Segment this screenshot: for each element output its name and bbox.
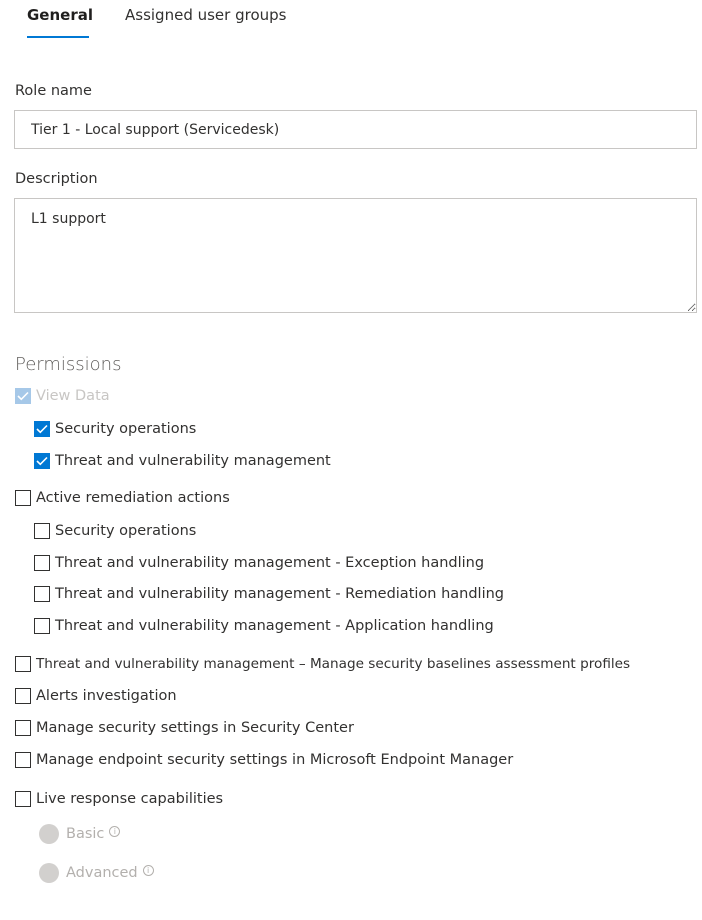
tab-general[interactable]: General [27,6,93,24]
checkbox-icon [15,720,31,736]
tvm-remediation-handling-checkbox[interactable]: Threat and vulnerability management - Re… [34,583,504,605]
checkbox-icon [34,555,50,571]
tab-assigned-user-groups[interactable]: Assigned user groups [125,6,286,24]
live-response-advanced-radio: Advanced i [39,862,154,884]
active-tab-indicator [27,36,89,38]
checkbox-checked-icon [34,453,50,469]
active-remediation-label: Active remediation actions [36,490,230,506]
tvm-baselines-checkbox[interactable]: Threat and vulnerability management – Ma… [15,653,630,675]
endpoint-manager-settings-label: Manage endpoint security settings in Mic… [36,752,514,768]
remediation-security-operations-checkbox[interactable]: Security operations [34,520,196,542]
permissions-heading: Permissions [15,354,122,375]
checkbox-checked-icon [15,388,31,404]
tvm-baselines-label: Threat and vulnerability management – Ma… [36,656,631,672]
basic-radio-label: Basic [66,826,105,842]
alerts-investigation-label: Alerts investigation [36,688,177,704]
view-data-security-operations-checkbox[interactable]: Security operations [34,418,196,440]
tvm-application-handling-label: Threat and vulnerability management - Ap… [55,618,494,634]
description-textarea[interactable]: L1 support [14,198,697,313]
view-data-tvm-checkbox[interactable]: Threat and vulnerability management [34,450,331,472]
checkbox-icon [15,752,31,768]
role-name-label: Role name [15,83,92,99]
live-response-basic-radio: Basic i [39,823,121,845]
checkbox-icon [34,618,50,634]
info-icon: i [109,825,121,837]
checkbox-icon [15,791,31,807]
role-name-input[interactable] [14,110,697,149]
live-response-checkbox[interactable]: Live response capabilities [15,788,223,810]
remediation-security-operations-label: Security operations [55,523,197,539]
checkbox-icon [34,586,50,602]
checkbox-checked-icon [34,421,50,437]
view-data-checkbox: View Data [15,385,110,407]
checkbox-icon [15,688,31,704]
checkbox-icon [15,656,31,672]
checkbox-icon [34,523,50,539]
view-data-tvm-label: Threat and vulnerability management [55,453,331,469]
radio-icon [39,863,59,883]
security-center-settings-label: Manage security settings in Security Cen… [36,720,354,736]
live-response-label: Live response capabilities [36,791,224,807]
advanced-radio-label: Advanced [66,865,138,881]
alerts-investigation-checkbox[interactable]: Alerts investigation [15,685,177,707]
info-icon: i [142,864,154,876]
radio-icon [39,824,59,844]
tvm-application-handling-checkbox[interactable]: Threat and vulnerability management - Ap… [34,615,494,637]
view-data-label: View Data [36,388,110,404]
tvm-exception-handling-checkbox[interactable]: Threat and vulnerability management - Ex… [34,552,484,574]
description-label: Description [15,171,98,187]
endpoint-manager-settings-checkbox[interactable]: Manage endpoint security settings in Mic… [15,749,513,771]
security-center-settings-checkbox[interactable]: Manage security settings in Security Cen… [15,717,354,739]
tvm-remediation-handling-label: Threat and vulnerability management - Re… [55,586,504,602]
tvm-exception-handling-label: Threat and vulnerability management - Ex… [55,555,485,571]
view-data-security-operations-label: Security operations [55,421,197,437]
active-remediation-checkbox[interactable]: Active remediation actions [15,487,230,509]
checkbox-icon [15,490,31,506]
